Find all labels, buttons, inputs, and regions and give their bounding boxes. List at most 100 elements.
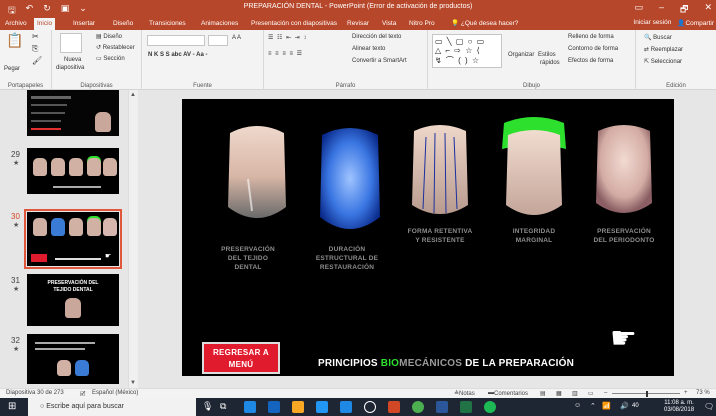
shape-effects-button[interactable]: Efectos de forma xyxy=(568,58,613,64)
ribbon-display-button[interactable]: ▭ xyxy=(634,2,643,18)
tab-insertar[interactable]: Insertar xyxy=(70,18,98,30)
tab-diseno[interactable]: Diseño xyxy=(110,18,136,30)
slide-number-29: 29 xyxy=(11,150,20,159)
caption-preservacion-periodonto[interactable]: PRESERVACIÓN DEL PERIODONTO xyxy=(580,227,668,245)
slide-number-32: 32 xyxy=(11,336,20,345)
section-button[interactable]: ▭ Sección xyxy=(96,55,125,62)
select-button[interactable]: ⇱ Seleccionar xyxy=(644,58,682,65)
zoom-in-icon[interactable]: + xyxy=(684,390,688,396)
store-icon[interactable] xyxy=(316,401,328,413)
zoom-slider-thumb[interactable] xyxy=(646,391,648,397)
tab-archivo[interactable]: Archivo xyxy=(2,18,30,30)
volume-icon[interactable]: 🔊 xyxy=(620,402,629,410)
tell-me-box[interactable]: 💡 ¿Qué desea hacer? xyxy=(448,18,521,30)
caption-integridad-marginal[interactable]: INTEGRIDAD MARGINAL xyxy=(494,227,574,245)
slideshow-icon[interactable]: ▭ xyxy=(588,390,594,397)
thumbnail-30-selected[interactable]: ☛ xyxy=(24,209,122,269)
tooth-blue xyxy=(320,128,380,229)
new-slide-label-2[interactable]: diapositiva xyxy=(56,65,84,71)
slide-thumbnail-pane[interactable]: 29 ★ 30 ★ ☛ 31 ★ PRESERVACIÓN DEL TEJIDO… xyxy=(0,90,138,388)
align-text-button[interactable]: Alinear texto xyxy=(352,46,385,52)
slide-sorter-icon[interactable]: ▦ xyxy=(556,390,562,397)
language-indicator[interactable]: Español (México) xyxy=(92,390,138,396)
tray-chevron-icon[interactable]: ⌃ xyxy=(590,402,596,410)
normal-view-icon[interactable]: ▤ xyxy=(540,390,546,397)
caption-forma-retentiva[interactable]: FORMA RETENTIVA Y RESISTENTE xyxy=(396,227,484,245)
scroll-down-icon[interactable]: ▼ xyxy=(130,380,136,386)
tab-inicio[interactable]: Inicio xyxy=(34,18,56,30)
reset-button[interactable]: ↺ Restablecer xyxy=(96,44,135,51)
ie-icon[interactable] xyxy=(268,401,280,413)
caption-preservacion-tejido[interactable]: PRESERVACIÓN DEL TEJIDO DENTAL xyxy=(210,245,286,272)
minimize-button[interactable]: – xyxy=(659,2,664,18)
drawing-group: ▭ ╲ ▢ ○ ▭ △ ⌐ ⇨ ☆ ⟨ ↯ ⌒ ( ) ☆ Organizar Es… xyxy=(428,30,636,90)
styles-label-1[interactable]: Estilos xyxy=(538,52,556,58)
taskbar-search-box[interactable]: ○ Escribe aquí para buscar xyxy=(28,398,196,416)
clock[interactable]: 11:08 a. m. 03/08/2018 xyxy=(664,400,694,414)
task-view-icon[interactable]: ⧉ xyxy=(220,401,226,412)
new-slide-label-1[interactable]: Nueva xyxy=(64,57,81,63)
excel-icon[interactable] xyxy=(460,401,472,413)
restore-button[interactable]: 🗗 xyxy=(680,2,688,18)
tab-transiciones[interactable]: Transiciones xyxy=(146,18,189,30)
notes-button[interactable]: ≙ Notas xyxy=(454,390,475,397)
tab-animaciones[interactable]: Animaciones xyxy=(198,18,241,30)
zoom-out-icon[interactable]: – xyxy=(604,390,607,396)
align-icons[interactable]: ≡ ≡ ≡ ≡ ☰ xyxy=(268,50,303,57)
slide-counter: Diapositiva 30 de 273 xyxy=(6,390,64,396)
current-slide[interactable]: PRESERVACIÓN DEL TEJIDO DENTAL DURACIÓN … xyxy=(182,99,674,376)
thumbnail-32[interactable] xyxy=(27,334,119,384)
font-size-input[interactable] xyxy=(208,35,228,46)
cut-icon[interactable]: ✂ xyxy=(32,32,39,41)
list-icons[interactable]: ☰ ☷ ⇤ ⇥ ↕ xyxy=(268,34,307,41)
tab-revisar[interactable]: Revisar xyxy=(344,18,372,30)
zoom-level[interactable]: 73 % xyxy=(696,390,710,396)
shapes-gallery[interactable]: ▭ ╲ ▢ ○ ▭ △ ⌐ ⇨ ☆ ⟨ ↯ ⌒ ( ) ☆ xyxy=(432,34,502,68)
chrome-icon[interactable] xyxy=(412,401,424,413)
back-to-menu-button[interactable]: REGRESAR A MENÚ xyxy=(202,342,280,374)
find-button[interactable]: 🔍 Buscar xyxy=(644,34,672,41)
format-painter-icon[interactable]: 🖌 xyxy=(32,56,42,65)
notifications-icon[interactable]: 🗨 xyxy=(704,402,714,411)
grow-shrink-font-buttons[interactable]: A A xyxy=(232,35,241,41)
styles-label-2[interactable]: rápidos xyxy=(540,60,560,66)
paste-button[interactable]: Pegar xyxy=(4,66,20,72)
thumbnail-scrollbar[interactable]: ▲ ▼ xyxy=(128,90,138,388)
tab-presentacion[interactable]: Presentación con diapositivas xyxy=(248,18,340,30)
infinity-app-icon[interactable] xyxy=(364,401,376,413)
scroll-up-icon[interactable]: ▲ xyxy=(130,92,136,98)
network-icon[interactable]: 📶 xyxy=(602,402,611,410)
text-direction-button[interactable]: Dirección del texto xyxy=(352,34,401,40)
tab-nitro[interactable]: Nitro Pro xyxy=(406,18,438,30)
thumbnail-29[interactable] xyxy=(27,148,119,194)
shape-outline-button[interactable]: Contorno de forma xyxy=(568,46,618,52)
windows-start-icon[interactable]: ⊞ xyxy=(8,401,16,412)
copy-icon[interactable]: ⎘ xyxy=(32,44,38,54)
new-slide-icon[interactable] xyxy=(60,33,82,53)
sign-in-link[interactable]: Iniciar sesión xyxy=(633,19,671,27)
comments-button[interactable]: ▬ Comentarios xyxy=(488,390,528,397)
people-icon[interactable]: ☺ xyxy=(574,402,581,409)
replace-button[interactable]: ⇄ Reemplazar xyxy=(644,46,683,53)
word-icon[interactable] xyxy=(436,401,448,413)
powerpoint-icon[interactable] xyxy=(388,401,400,413)
tab-vista[interactable]: Vista xyxy=(379,18,399,30)
font-name-input[interactable] xyxy=(147,35,205,46)
file-explorer-icon[interactable] xyxy=(292,401,304,413)
arrange-button[interactable]: Organizar xyxy=(508,52,534,58)
thumbnail-31[interactable]: PRESERVACIÓN DEL TEJIDO DENTAL xyxy=(27,274,119,326)
app-icon[interactable] xyxy=(340,401,352,413)
close-button[interactable]: ✕ xyxy=(704,2,712,18)
spotify-icon[interactable] xyxy=(484,401,496,413)
edge-icon[interactable] xyxy=(244,401,256,413)
paste-icon[interactable]: 📋 xyxy=(6,32,23,49)
caption-duracion-estructural[interactable]: DURACIÓN ESTRUCTURAL DE RESTAURACIÓN xyxy=(306,245,388,272)
shape-fill-button[interactable]: Relleno de forma xyxy=(568,34,614,40)
layout-button[interactable]: ▤ Diseño xyxy=(96,33,122,40)
format-buttons[interactable]: N K S S abc AV - Aa - xyxy=(148,52,207,58)
reading-view-icon[interactable]: ▥ xyxy=(572,390,578,397)
smartart-button[interactable]: Convertir a SmartArt xyxy=(352,58,407,64)
microphone-icon[interactable]: 🎙 xyxy=(202,401,213,412)
share-button[interactable]: 👤Compartir xyxy=(677,19,714,27)
thumbnail-28[interactable] xyxy=(27,90,119,136)
